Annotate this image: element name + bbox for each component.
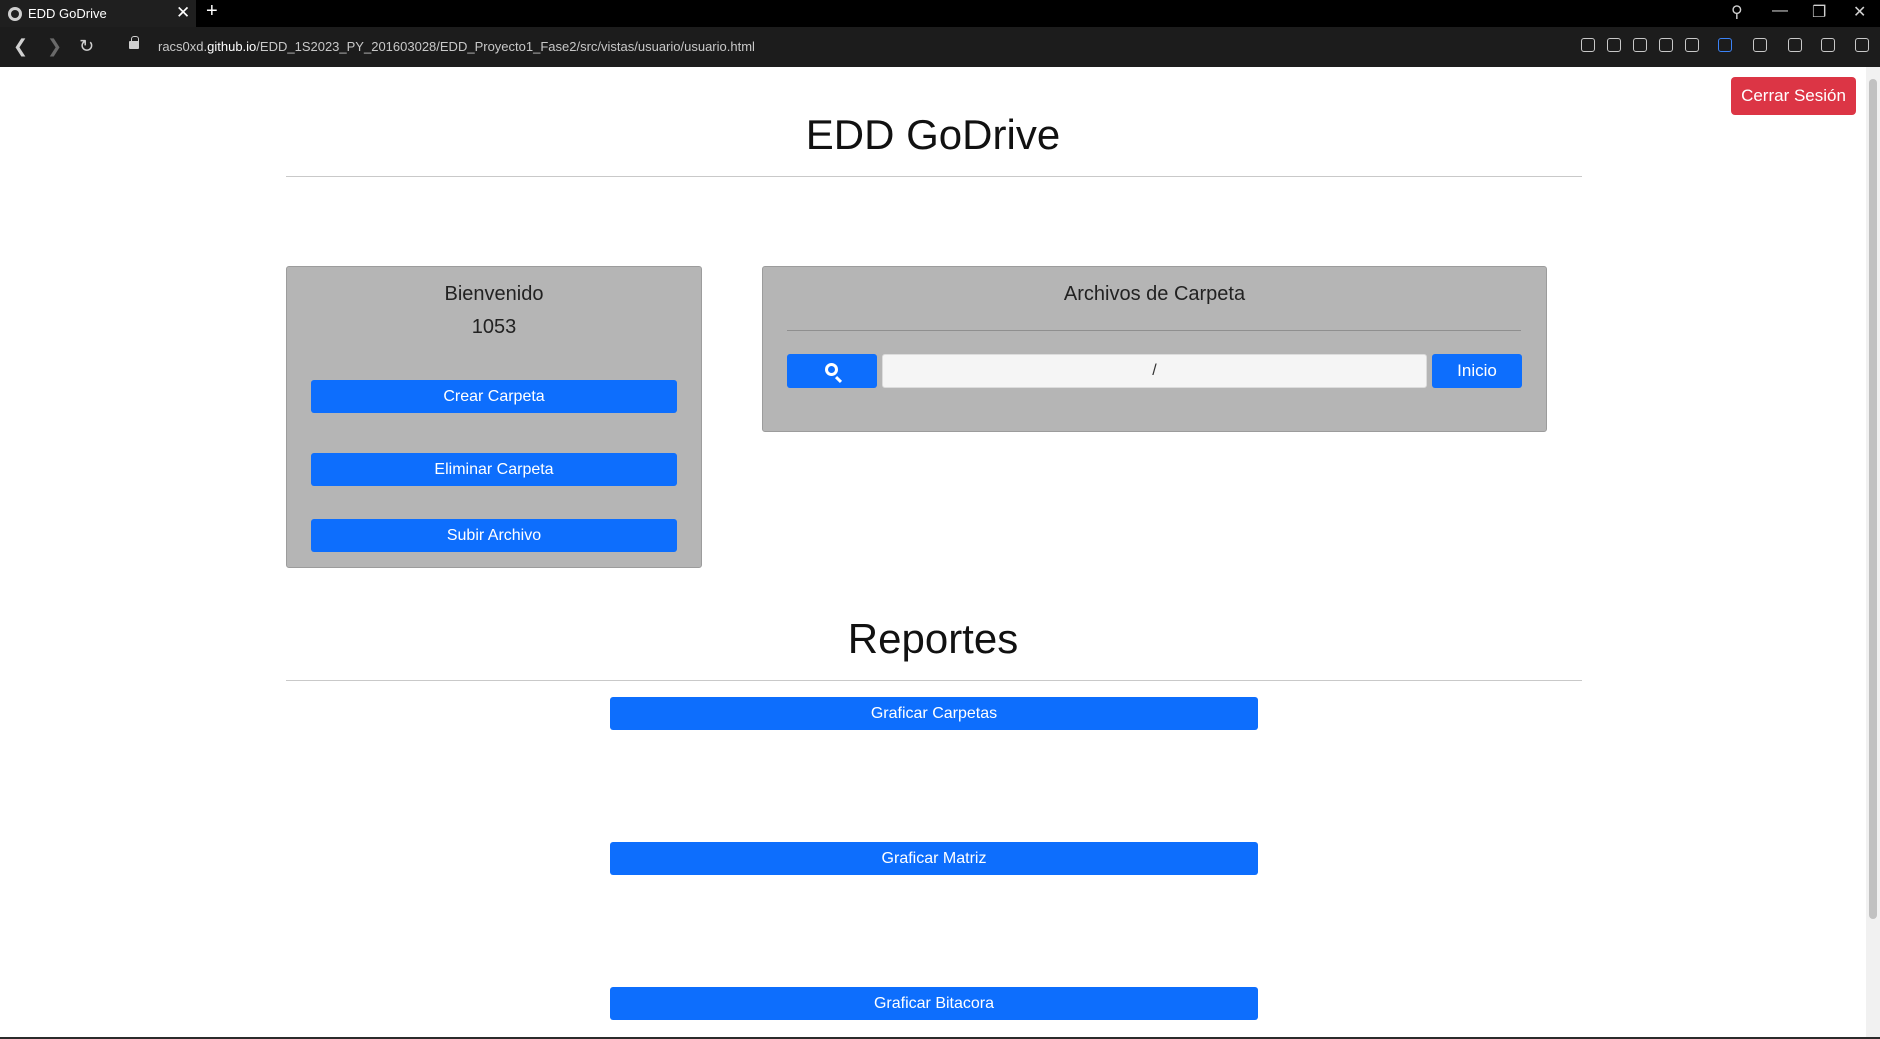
profile-icon[interactable]: [1788, 38, 1802, 52]
share-icon[interactable]: [1581, 38, 1595, 52]
tab-title: EDD GoDrive: [28, 6, 107, 21]
reload-icon[interactable]: ↻: [79, 36, 94, 57]
search-icon: [825, 363, 838, 376]
close-window-icon[interactable]: ✕: [1853, 2, 1866, 22]
folder-path-input[interactable]: [882, 354, 1427, 388]
camera-icon[interactable]: [1607, 38, 1621, 52]
new-tab-icon[interactable]: +: [206, 0, 218, 23]
scroll-thumb[interactable]: [1869, 79, 1877, 919]
upload-file-button[interactable]: Subir Archivo: [311, 519, 677, 552]
translate-icon[interactable]: [1718, 38, 1732, 52]
reports-title: Reportes: [847, 615, 1019, 662]
send-icon[interactable]: [1659, 38, 1673, 52]
reports-divider: [286, 680, 1582, 681]
welcome-title: Bienvenido: [444, 283, 544, 305]
page-title: EDD GoDrive: [805, 111, 1061, 158]
title-divider: [286, 176, 1582, 177]
page-scrollbar[interactable]: [1866, 67, 1880, 1039]
restore-icon[interactable]: ❐: [1812, 2, 1826, 22]
user-id: 1053: [471, 316, 517, 338]
heart-icon[interactable]: [1685, 38, 1699, 52]
page: Cerrar Sesión EDD GoDrive Bienvenido 105…: [0, 67, 1866, 1039]
folder-files-title: Archivos de Carpeta: [1063, 283, 1246, 305]
home-button[interactable]: Inicio: [1432, 354, 1522, 388]
search-button[interactable]: [787, 354, 877, 388]
browser-address-bar: ❮ ❯ ↻ racs0xd.github.io/EDD_1S2023_PY_20…: [0, 27, 1880, 67]
close-tab-icon[interactable]: ✕: [176, 3, 190, 23]
graph-log-button[interactable]: Graficar Bitacora: [610, 987, 1258, 1020]
folder-files-divider: [787, 330, 1521, 331]
forward-icon[interactable]: ❯: [47, 36, 62, 57]
menu-icon[interactable]: [1855, 38, 1869, 52]
search-icon[interactable]: ⚲: [1731, 2, 1743, 22]
create-folder-button[interactable]: Crear Carpeta: [311, 380, 677, 413]
globe-icon: [8, 6, 22, 21]
delete-folder-button[interactable]: Eliminar Carpeta: [311, 453, 677, 486]
browser-tab[interactable]: EDD GoDrive ✕: [0, 0, 196, 27]
download-icon[interactable]: [1821, 38, 1835, 52]
minimize-icon[interactable]: —: [1772, 2, 1788, 20]
browser-tab-bar: EDD GoDrive ✕ + ⚲ — ❐ ✕: [0, 0, 1880, 27]
back-icon[interactable]: ❮: [13, 36, 28, 57]
welcome-panel: Bienvenido 1053 Crear Carpeta Eliminar C…: [286, 266, 702, 568]
lock-icon: [129, 36, 139, 49]
url-field[interactable]: racs0xd.github.io/EDD_1S2023_PY_20160302…: [158, 39, 755, 54]
logout-button[interactable]: Cerrar Sesión: [1731, 77, 1856, 115]
shield-icon[interactable]: [1633, 38, 1647, 52]
graph-matrix-button[interactable]: Graficar Matriz: [610, 842, 1258, 875]
cube-icon[interactable]: [1753, 38, 1767, 52]
graph-folders-button[interactable]: Graficar Carpetas: [610, 697, 1258, 730]
folder-files-panel: Archivos de Carpeta Inicio: [762, 266, 1547, 432]
